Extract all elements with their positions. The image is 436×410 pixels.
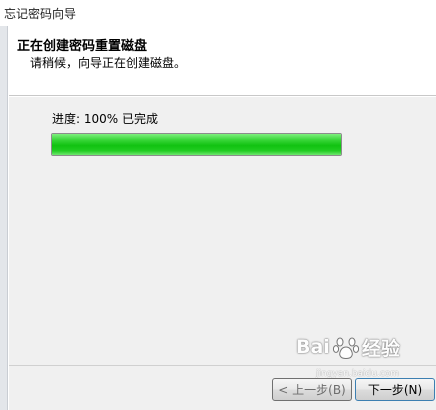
window-titlebar: 忘记密码向导 (0, 0, 436, 26)
wizard-footer: < 上一步(B) 下一步(N) (9, 365, 436, 410)
page-subtitle: 请稍候，向导正在创建磁盘。 (30, 56, 187, 70)
progress-bar-fill (52, 134, 341, 155)
wizard-content: 进度: 100% 已完成 (9, 97, 436, 365)
next-button[interactable]: 下一步(N) (355, 378, 435, 401)
page-title: 正在创建密码重置磁盘 (17, 39, 148, 54)
back-button[interactable]: < 上一步(B) (272, 378, 352, 401)
progress-bar (51, 133, 342, 156)
progress-label: 进度: 100% 已完成 (52, 112, 158, 126)
window-frame-left (0, 26, 8, 410)
wizard-header: 正在创建密码重置磁盘 请稍候，向导正在创建磁盘。 (9, 26, 436, 96)
window-title: 忘记密码向导 (4, 7, 77, 21)
